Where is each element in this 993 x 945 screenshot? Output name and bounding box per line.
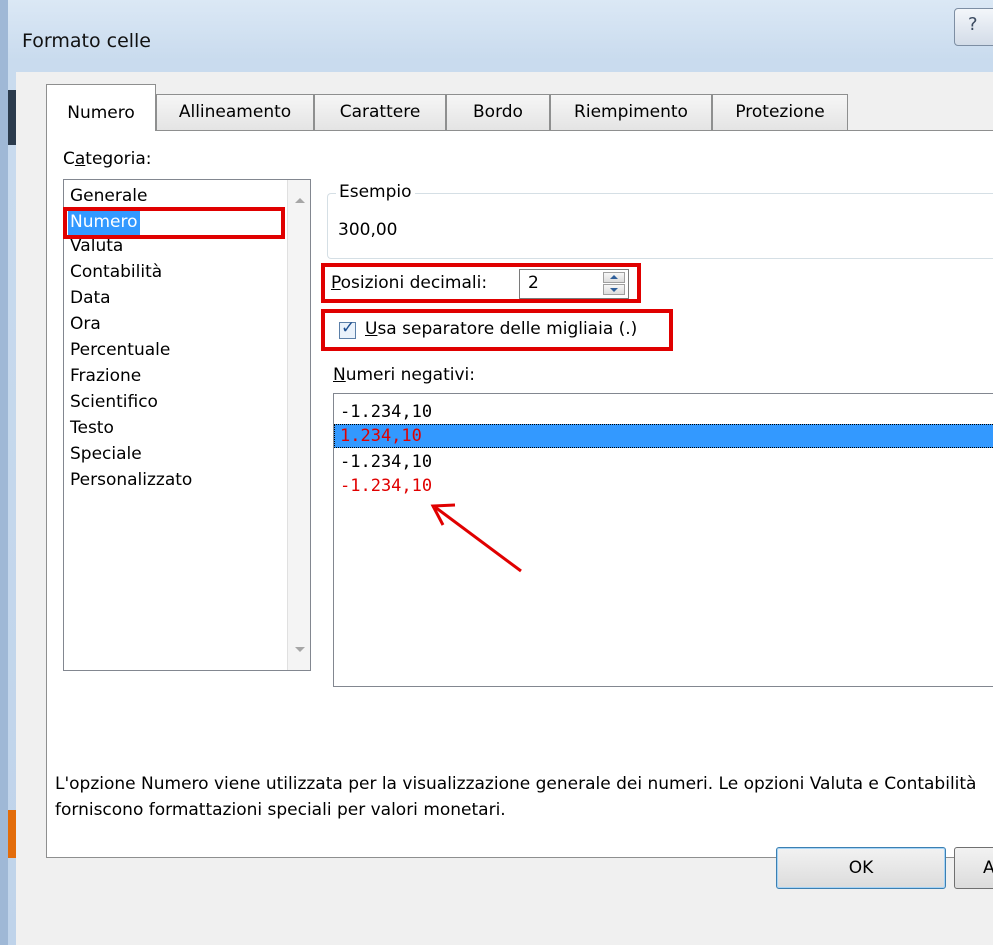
background-orange-strip	[8, 810, 16, 858]
description-text: L'opzione Numero viene utilizzata per la…	[55, 774, 977, 820]
dialog-title: Formato celle	[22, 30, 152, 52]
format-cells-dialog: Formato celle ? Numero Allineamento Cara…	[0, 0, 993, 945]
ok-button[interactable]: OK	[776, 847, 946, 889]
tab-protezione[interactable]: Protezione	[712, 94, 848, 130]
tab-riempimento[interactable]: Riempimento	[550, 94, 712, 130]
tab-allineamento[interactable]: Allineamento	[156, 94, 314, 130]
background-strip	[8, 90, 16, 145]
help-button[interactable]: ?	[954, 8, 993, 46]
help-icon: ?	[968, 14, 978, 35]
title-bar: Formato celle ?	[8, 0, 993, 72]
tab-bordo[interactable]: Bordo	[446, 94, 550, 130]
tab-numero[interactable]: Numero	[46, 84, 156, 131]
dialog-body: Numero Allineamento Carattere Bordo Riem…	[16, 72, 993, 945]
cancel-button[interactable]: An	[954, 847, 993, 889]
number-tab-panel: Categoria: Generale Numero Valuta Contab…	[46, 130, 993, 858]
tab-carattere[interactable]: Carattere	[314, 94, 446, 130]
annotation-arrow-icon	[430, 503, 522, 573]
